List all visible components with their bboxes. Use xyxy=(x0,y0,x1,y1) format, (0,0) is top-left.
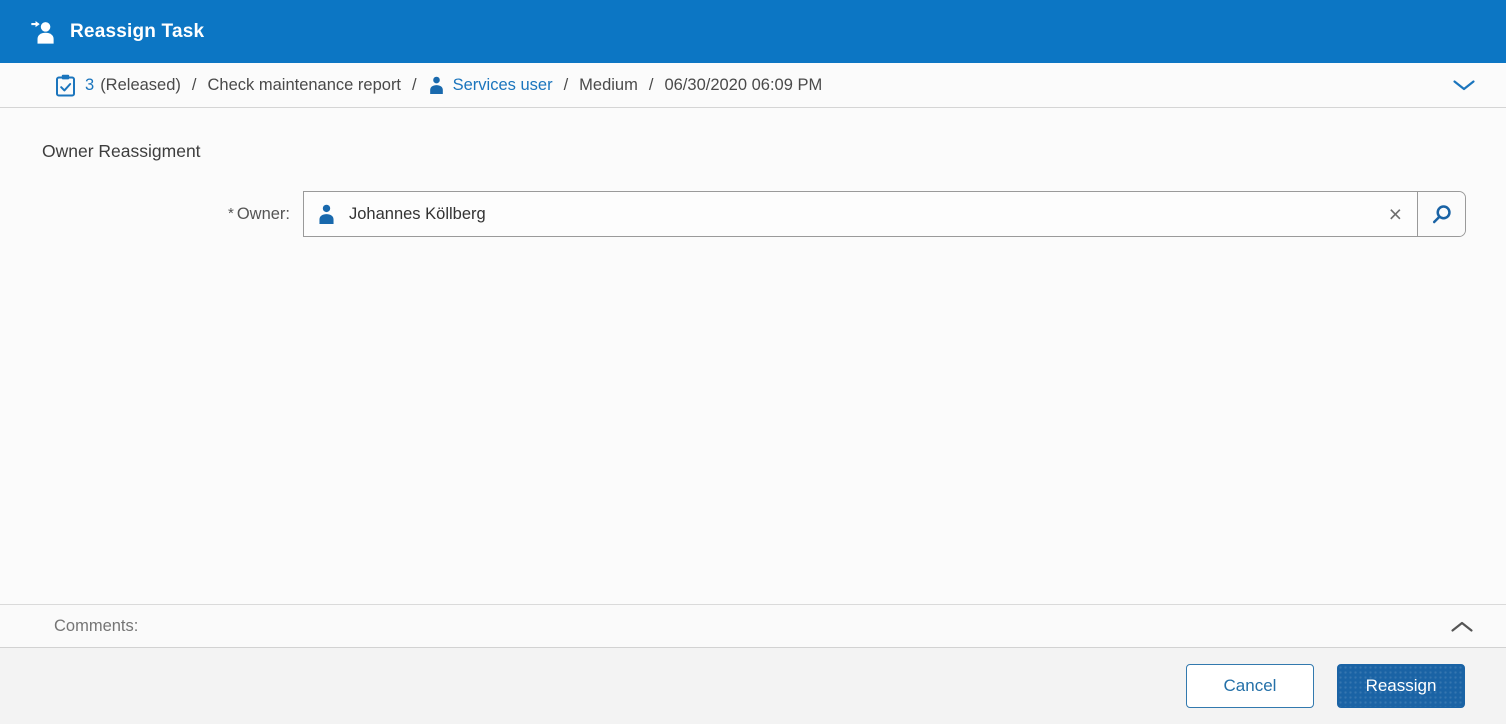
main-panel: Owner Reassigment * Owner: Johannes Köllb… xyxy=(0,108,1506,604)
task-number-link[interactable]: 3 xyxy=(85,76,94,95)
cancel-button[interactable]: Cancel xyxy=(1186,664,1314,708)
search-owner-button[interactable] xyxy=(1417,192,1465,236)
owner-value: Johannes Köllberg xyxy=(349,204,486,223)
owner-input[interactable]: Johannes Köllberg xyxy=(304,192,1374,236)
owner-form-row: * Owner: Johannes Köllberg × xyxy=(0,191,1506,237)
owner-field-label: * Owner: xyxy=(0,205,303,224)
chevron-down-icon[interactable] xyxy=(1450,75,1478,96)
breadcrumb-separator: / xyxy=(191,75,197,94)
breadcrumb-separator: / xyxy=(648,75,654,94)
task-checklist-icon xyxy=(55,74,76,97)
owner-picker-group: Johannes Köllberg × xyxy=(303,191,1466,237)
clear-owner-button[interactable]: × xyxy=(1374,202,1417,226)
reassign-task-icon xyxy=(28,17,58,47)
task-state-label: (Released) xyxy=(100,75,181,94)
task-summary-bar: 3 (Released) / Check maintenance report … xyxy=(0,63,1506,108)
search-icon xyxy=(1432,204,1451,223)
breadcrumb-separator: / xyxy=(563,75,569,94)
dialog-header: Reassign Task xyxy=(0,0,1506,63)
task-due-date-label: 06/30/2020 06:09 PM xyxy=(664,75,823,94)
breadcrumb-separator: / xyxy=(412,75,417,94)
dialog-title: Reassign Task xyxy=(70,20,205,42)
user-icon xyxy=(317,204,336,225)
reassign-button[interactable]: Reassign xyxy=(1337,664,1465,708)
dialog-footer: Cancel Reassign xyxy=(0,648,1506,724)
user-icon xyxy=(428,76,445,95)
task-priority-label: Medium xyxy=(579,75,638,94)
owner-label-text: Owner: xyxy=(236,204,290,223)
task-owner-link[interactable]: Services user xyxy=(453,76,553,95)
task-name-label: Check maintenance report xyxy=(207,75,402,94)
section-title: Owner Reassigment xyxy=(42,141,201,161)
comments-label: Comments: xyxy=(54,616,139,635)
comments-section-header[interactable]: Comments: xyxy=(0,604,1506,648)
chevron-up-icon[interactable] xyxy=(1448,616,1476,637)
required-marker: * xyxy=(227,204,234,222)
